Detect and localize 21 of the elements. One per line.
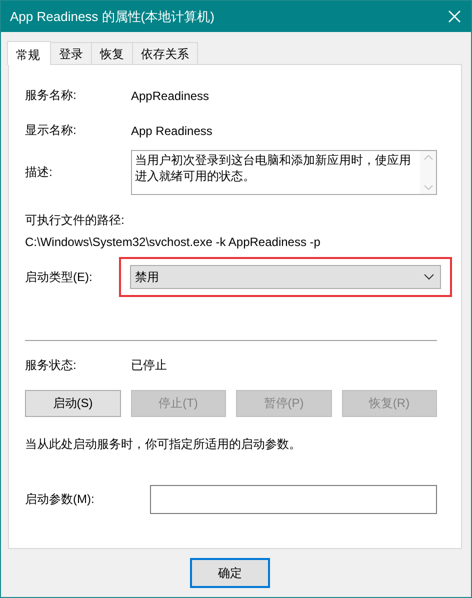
window-title: App Readiness 的属性(本地计算机) (10, 8, 214, 26)
dropdown-caret-icon (424, 274, 434, 280)
hint-text: 当从此处启动服务时，你可指定所适用的启动参数。 (25, 436, 301, 453)
field-label: 可执行文件的路径: (25, 212, 124, 229)
field-label: 显示名称: (25, 122, 78, 139)
field-label: 描述: (25, 164, 54, 181)
tab[interactable]: 常规 (7, 41, 51, 65)
executable-path: C:\Windows\System32\svchost.exe -k AppReadiness -p (25, 235, 320, 249)
service-button[interactable]: 启动(S) (25, 390, 120, 417)
field-label: 服务状态: (25, 357, 78, 374)
start-parameters-field[interactable] (150, 485, 437, 514)
ok-button[interactable]: 确定 (190, 558, 270, 588)
startup-type-dropdown[interactable]: 禁用 (130, 265, 441, 289)
field-label: 启动参数(M): (25, 491, 96, 508)
close-icon[interactable] (448, 10, 461, 23)
service-status: 已停止 (131, 357, 167, 374)
field-label: 服务名称: (25, 87, 78, 104)
service-name: AppReadiness (131, 88, 210, 102)
display-name: App Readiness (131, 124, 212, 138)
field-label: 启动类型(E): (25, 268, 94, 286)
tab[interactable]: 依存关系 (132, 42, 198, 64)
